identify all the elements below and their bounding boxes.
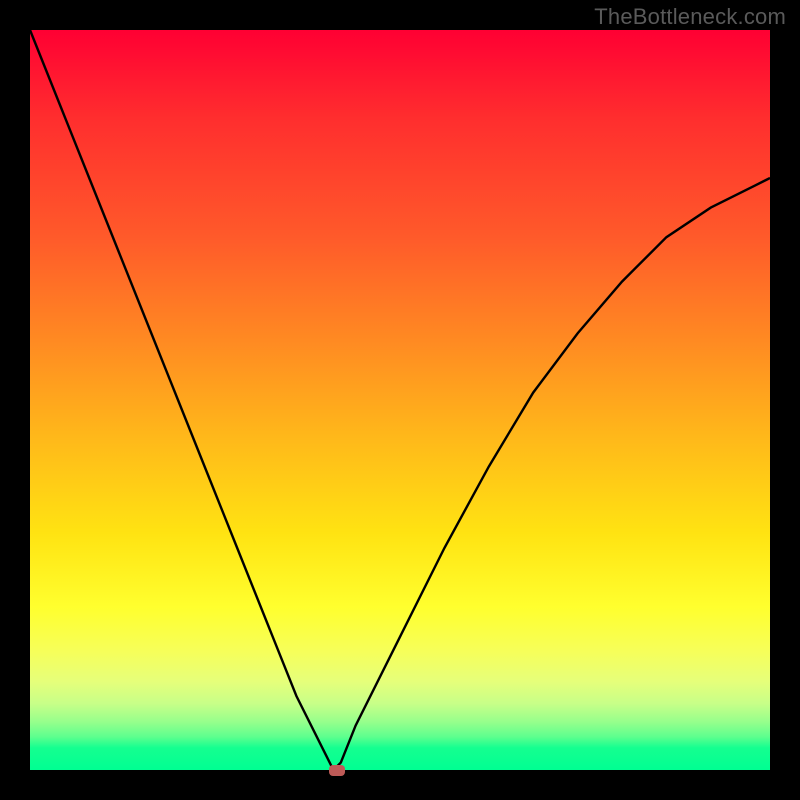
plot-area	[30, 30, 770, 770]
bottleneck-curve	[30, 30, 770, 770]
chart-frame: TheBottleneck.com	[0, 0, 800, 800]
curve-svg	[30, 30, 770, 770]
watermark-text: TheBottleneck.com	[594, 4, 786, 30]
optimum-marker	[329, 765, 345, 776]
